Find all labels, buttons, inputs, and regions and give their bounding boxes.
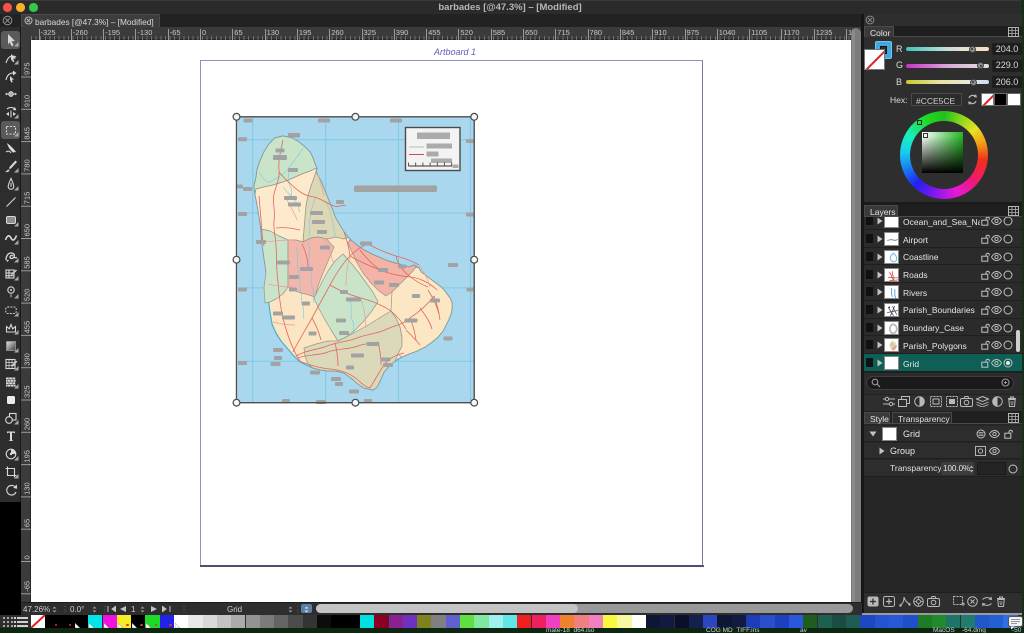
- svg-text:715: 715: [23, 192, 32, 205]
- svg-text:910: 910: [23, 95, 32, 108]
- svg-text:390: 390: [23, 353, 32, 366]
- svg-text:65: 65: [23, 519, 32, 527]
- svg-text:585: 585: [23, 256, 32, 269]
- svg-text:975: 975: [23, 62, 32, 75]
- svg-text:650: 650: [23, 224, 32, 237]
- svg-text:-65: -65: [23, 581, 32, 592]
- svg-text:325: 325: [23, 385, 32, 398]
- svg-text:195: 195: [23, 450, 32, 463]
- svg-text:520: 520: [23, 289, 32, 302]
- svg-text:260: 260: [23, 418, 32, 431]
- svg-text:780: 780: [23, 159, 32, 172]
- svg-text:845: 845: [23, 127, 32, 140]
- svg-text:130: 130: [23, 482, 32, 495]
- svg-text:0: 0: [23, 555, 32, 559]
- svg-text:455: 455: [23, 321, 32, 334]
